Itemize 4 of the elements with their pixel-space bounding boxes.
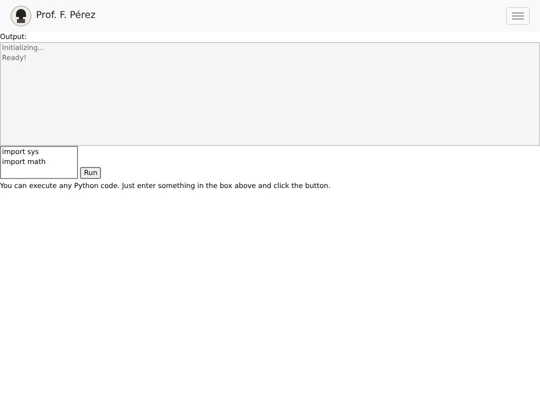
menu-icon xyxy=(512,12,524,20)
menu-button[interactable] xyxy=(506,7,530,25)
logo-icon[interactable] xyxy=(10,5,32,27)
brand-name[interactable]: Prof. F. Pérez xyxy=(36,8,96,24)
